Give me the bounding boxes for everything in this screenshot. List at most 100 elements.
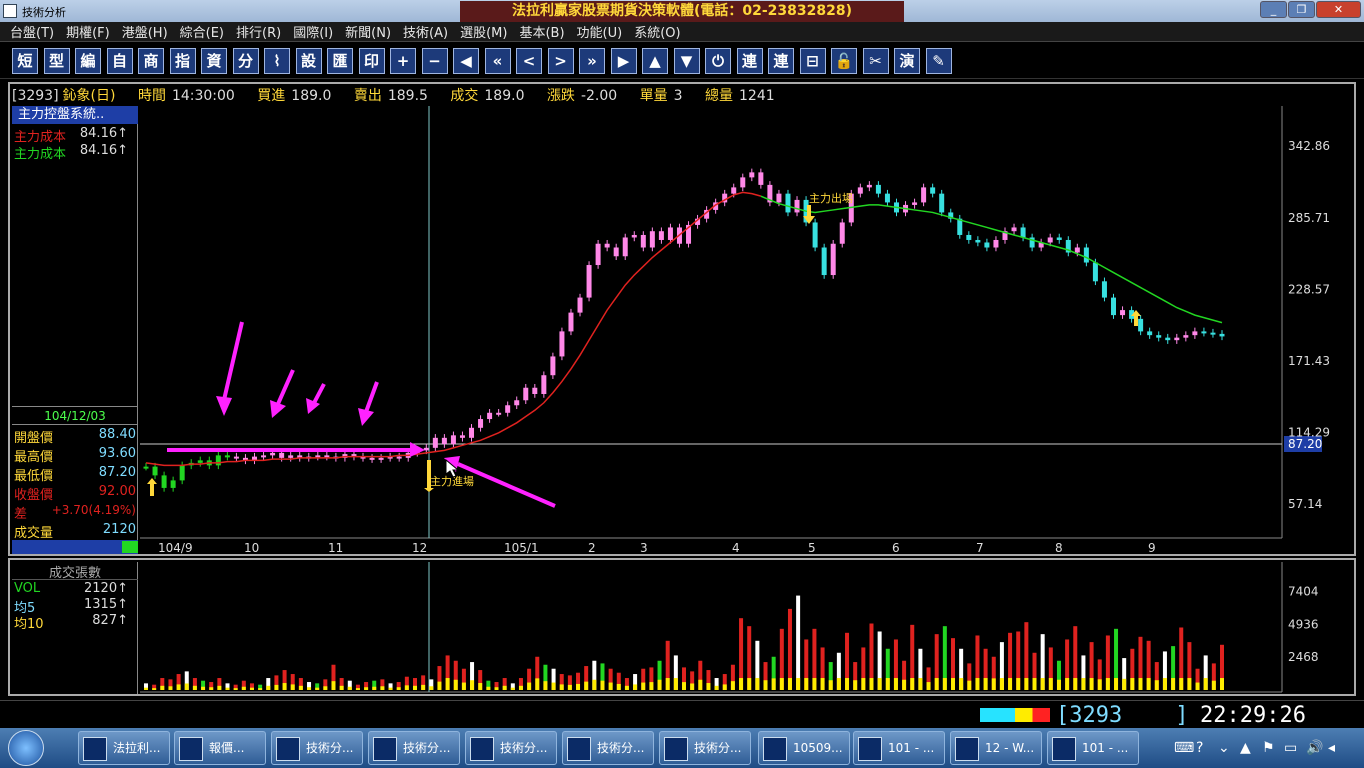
candle <box>550 356 556 376</box>
tray-icon[interactable]: ⌄ <box>1218 728 1230 768</box>
tray-icon[interactable]: ▲ <box>1240 728 1251 768</box>
volume-bar-base <box>396 687 401 690</box>
volume-bar-base <box>641 682 646 690</box>
volume-bar-base <box>991 678 996 690</box>
volume-bar-base <box>787 678 792 690</box>
volume-bar-base <box>649 682 654 690</box>
volume-bar-base <box>478 683 483 690</box>
candle <box>532 387 538 394</box>
windows-taskbar: 法拉利... 報價... 技術分... 技術分... 技術分... 技術分... 技術分..… <box>0 728 1364 768</box>
candle <box>975 239 981 243</box>
volume-bar-base <box>1032 678 1037 690</box>
candle <box>758 172 764 185</box>
volume-bar-base <box>926 682 931 690</box>
volume-bar-base <box>274 684 279 690</box>
volume-bar-base <box>771 678 776 690</box>
volume-bar-base <box>951 678 955 690</box>
candle <box>261 455 267 458</box>
volume-bar-base <box>796 678 801 690</box>
volume-bar-base <box>307 687 312 690</box>
volume-bar-base <box>845 678 850 690</box>
candle <box>1147 331 1153 336</box>
volume-bar-base <box>1008 678 1013 690</box>
candle <box>270 452 276 456</box>
volume-bar-base <box>633 684 638 690</box>
taskbar-item[interactable]: 10509... <box>758 731 850 765</box>
x-tick-label: 104/9 <box>158 541 193 555</box>
volume-bar <box>796 595 801 690</box>
volume-bar-base <box>510 687 515 690</box>
taskbar-item[interactable]: 技術分... <box>368 731 460 765</box>
volume-bar-base <box>608 682 613 690</box>
tray-icon[interactable]: ◂ <box>1328 728 1335 768</box>
taskbar-item[interactable]: 技術分... <box>271 731 363 765</box>
volume-bar-base <box>1081 678 1086 690</box>
volume-bar-base <box>453 679 458 690</box>
volume-bar-base <box>730 681 735 690</box>
volume-bar-base <box>266 685 271 690</box>
tray-icon[interactable]: 🔊 <box>1306 728 1323 768</box>
volume-bar-base <box>535 678 540 690</box>
volume-bar-base <box>1154 680 1159 690</box>
annotation-arrow <box>276 369 295 405</box>
taskbar-item[interactable]: 技術分... <box>562 731 654 765</box>
volume-bar-base <box>233 688 238 690</box>
taskbar-item[interactable]: 技術分... <box>465 731 557 765</box>
candle <box>450 435 456 445</box>
volume-bar-base <box>714 685 719 690</box>
candle <box>469 427 475 438</box>
x-tick-label: 8 <box>1055 541 1063 555</box>
volume-bar-base <box>902 679 907 690</box>
candle <box>866 184 872 188</box>
candle <box>441 437 447 445</box>
volume-bar-base <box>828 680 833 690</box>
volume-bar-base <box>217 685 222 690</box>
volume-bar-base <box>1122 678 1127 690</box>
volume-bar-base <box>331 681 336 690</box>
volume-bar-base <box>241 686 246 690</box>
volume-bar-base <box>1048 678 1053 690</box>
app-icon <box>664 737 688 761</box>
x-tick-label: 10 <box>244 541 259 555</box>
app-icon <box>373 737 397 761</box>
volume-bar-base <box>690 683 695 690</box>
start-button[interactable] <box>8 730 44 766</box>
volume-bar-base <box>967 680 972 690</box>
candle <box>595 243 601 266</box>
volume-bar-base <box>421 684 426 690</box>
price-chart[interactable]: 87.20 104/9 10 11 12 105/1 2 3 4 5 6 7 8 957.14114.2… <box>0 0 1364 768</box>
candle <box>984 242 990 248</box>
volume-bar-base <box>527 682 532 690</box>
taskbar-item[interactable]: 101 - ... <box>853 731 945 765</box>
tray-icon[interactable]: ▭ <box>1284 728 1297 768</box>
candle <box>1074 247 1080 253</box>
candle <box>1047 237 1053 243</box>
taskbar-item[interactable]: 技術分... <box>659 731 751 765</box>
candle <box>1219 333 1225 337</box>
tray-icon[interactable]: ? <box>1196 728 1203 768</box>
volume-bar-base <box>355 688 360 690</box>
app-icon <box>276 737 300 761</box>
volume-bar-base <box>999 678 1004 690</box>
volume-tick-label: 2468 <box>1288 650 1319 664</box>
candle <box>785 193 791 213</box>
volume-bar-base <box>201 686 206 690</box>
volume-bar-base <box>1024 678 1029 690</box>
y-tick-label: 342.86 <box>1288 139 1330 153</box>
volume-bar-base <box>1040 678 1045 690</box>
x-tick-label: 3 <box>640 541 648 555</box>
taskbar-item-label: 12 - W... <box>985 741 1035 755</box>
candle <box>586 265 592 298</box>
tray-icon[interactable]: ⚑ <box>1262 728 1275 768</box>
taskbar-item[interactable]: 101 - ... <box>1047 731 1139 765</box>
candle <box>577 297 583 313</box>
candle <box>1020 227 1026 238</box>
tray-icon[interactable]: ⌨ <box>1174 728 1194 768</box>
volume-bar-base <box>404 685 409 690</box>
taskbar-item[interactable]: 12 - W... <box>950 731 1042 765</box>
taskbar-item[interactable]: 法拉利... <box>78 731 170 765</box>
y-tick-label: 285.71 <box>1288 211 1330 225</box>
taskbar-item[interactable]: 報價... <box>174 731 266 765</box>
candle <box>179 465 185 481</box>
volume-bar-base <box>461 682 466 690</box>
